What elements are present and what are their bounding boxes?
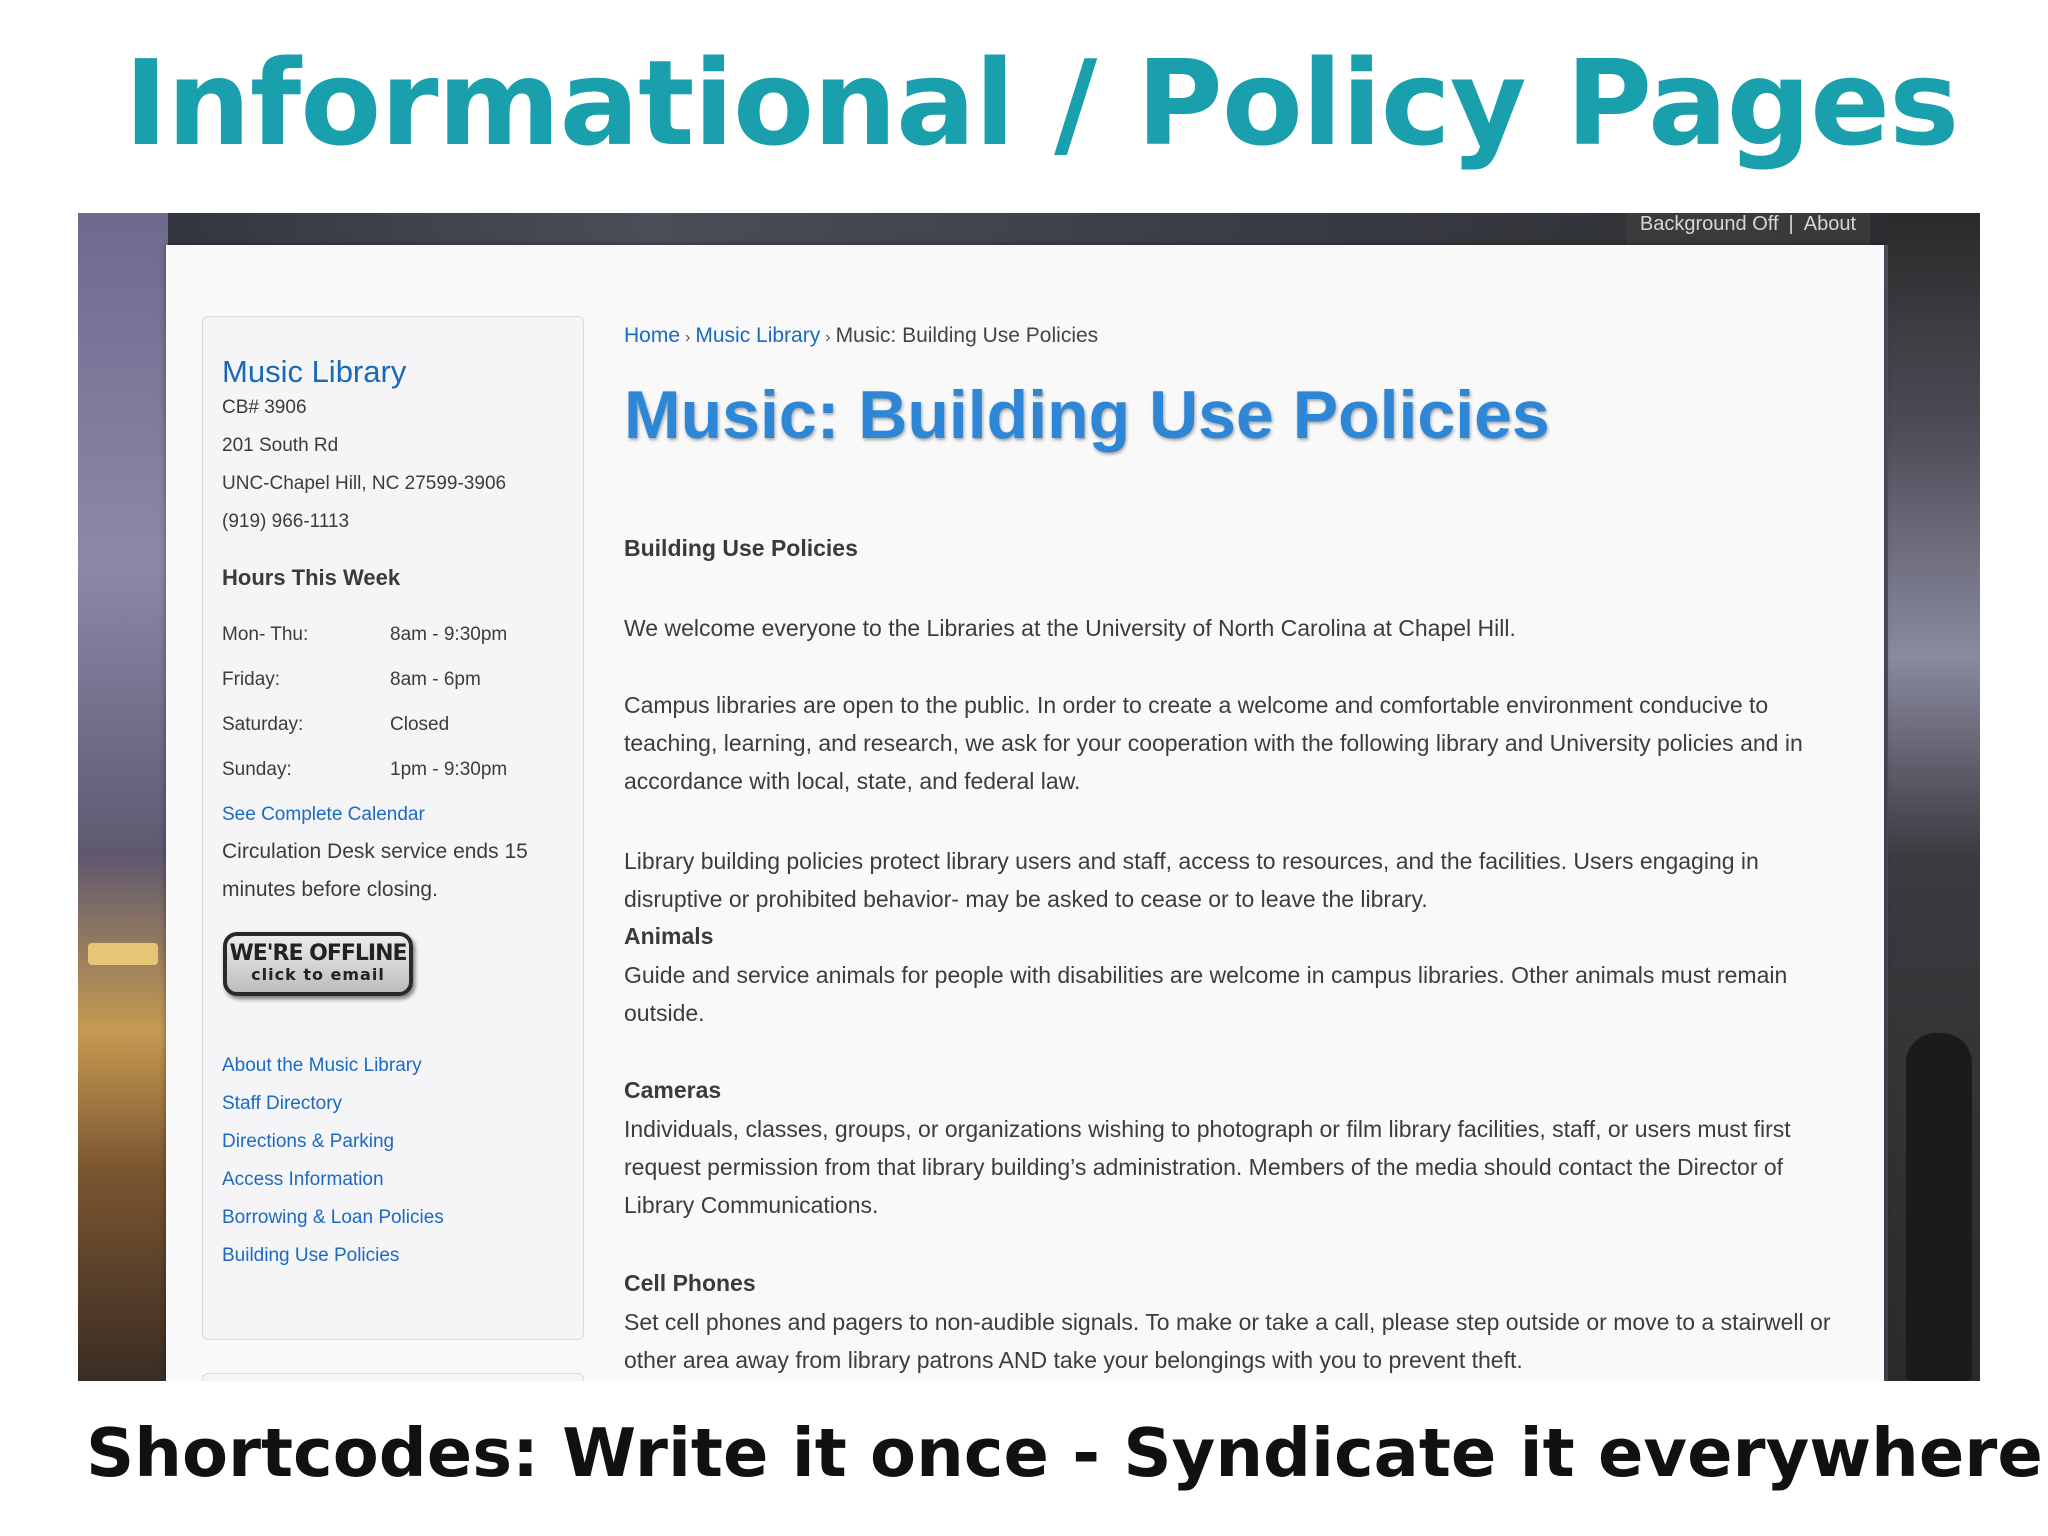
sidebar-link-staff-directory[interactable]: Staff Directory — [222, 1092, 342, 1116]
breadcrumb-separator: › — [685, 329, 691, 346]
breadcrumb: Home › Music Library › Music: Building Use P… — [624, 323, 1098, 351]
hours-time: 1pm - 9:30pm — [390, 759, 508, 780]
policy-paragraph: Campus libraries are open to the public.… — [624, 692, 1803, 794]
address-line: CB# 3906 — [222, 397, 307, 418]
section-heading-animals: Animals — [624, 923, 714, 949]
hours-time: 8am - 6pm — [390, 669, 481, 690]
website-screenshot: Background Off | About Music Library CB# 3… — [78, 213, 1980, 1381]
slide-title: Informational / Policy Pages — [124, 34, 1959, 172]
hours-day: Saturday: — [222, 714, 304, 735]
offline-email-button[interactable]: WE'RE OFFLINE click to email — [223, 932, 413, 996]
offline-button-sublabel: click to email — [251, 965, 385, 984]
sidebar-link-about[interactable]: About the Music Library — [222, 1054, 422, 1078]
circulation-note: Circulation Desk service ends 15 minutes… — [222, 840, 528, 901]
hours-heading: Hours This Week — [222, 565, 401, 590]
background-off-link[interactable]: Background Off — [1640, 213, 1779, 235]
hours-day: Mon- Thu: — [222, 624, 309, 645]
sidebar-link-directions[interactable]: Directions & Parking — [222, 1130, 394, 1154]
phone-number: (919) 966-1113 — [222, 511, 350, 532]
breadcrumb-separator: › — [825, 329, 831, 346]
sidebar-secondary-box — [202, 1373, 584, 1381]
see-complete-calendar-link[interactable]: See Complete Calendar — [222, 803, 425, 827]
breadcrumb-music-library[interactable]: Music Library — [695, 324, 820, 347]
library-name-heading: Music Library — [222, 354, 407, 389]
hours-time: Closed — [390, 714, 450, 735]
hours-day: Friday: — [222, 669, 281, 690]
lamp-light — [88, 943, 158, 965]
policy-paragraph: Library building policies protect librar… — [624, 848, 1759, 912]
background-photo-left — [78, 213, 168, 1381]
main-content: Home › Music Library › Music: Building Use P… — [614, 245, 1854, 1381]
hours-day: Sunday: — [222, 759, 292, 780]
page-title: Music: Building Use Policies — [624, 377, 1550, 453]
content-panel: Music Library CB# 3906 201 South Rd UNC-… — [166, 245, 1884, 1381]
person-silhouette — [1906, 1033, 1972, 1381]
sidebar: Music Library CB# 3906 201 South Rd UNC-… — [202, 316, 584, 1340]
address-line: 201 South Rd — [222, 435, 339, 456]
section-text-animals: Guide and service animals for people wit… — [624, 962, 1788, 1026]
about-link[interactable]: About — [1804, 213, 1856, 235]
sidebar-link-access[interactable]: Access Information — [222, 1168, 384, 1192]
slide-caption: Shortcodes: Write it once - Syndicate it… — [86, 1414, 2043, 1492]
offline-button-label: WE'RE OFFLINE — [229, 941, 407, 966]
sidebar-link-building-use[interactable]: Building Use Policies — [222, 1244, 399, 1268]
address-line: UNC-Chapel Hill, NC 27599-3906 — [222, 473, 507, 494]
sidebar-link-borrowing[interactable]: Borrowing & Loan Policies — [222, 1206, 444, 1230]
section-heading-cameras: Cameras — [624, 1077, 722, 1103]
background-photo-right — [1888, 213, 1980, 1381]
top-links-separator: | — [1788, 213, 1794, 235]
breadcrumb-current: Music: Building Use Policies — [835, 324, 1099, 347]
section-text-cell-phones: Set cell phones and pagers to non-audibl… — [624, 1309, 1831, 1373]
section-text-cameras: Individuals, classes, groups, or organiz… — [624, 1116, 1791, 1218]
hours-time: 8am - 9:30pm — [390, 624, 508, 645]
section-heading-cell-phones: Cell Phones — [624, 1270, 756, 1296]
intro-paragraph: We welcome everyone to the Libraries at … — [624, 615, 1516, 641]
top-utility-links: Background Off | About — [1625, 213, 1870, 245]
content-heading: Building Use Policies — [624, 535, 858, 561]
breadcrumb-home[interactable]: Home — [624, 324, 680, 347]
